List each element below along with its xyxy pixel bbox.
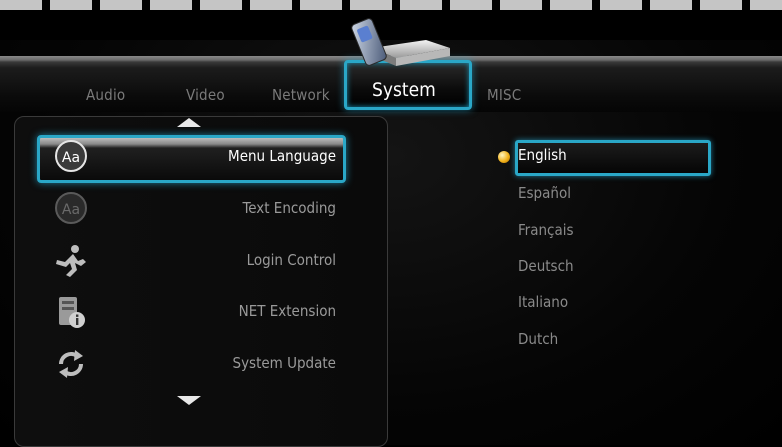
language-option-italiano[interactable]: Italiano: [518, 293, 568, 311]
language-option-dutch[interactable]: Dutch: [518, 330, 558, 348]
text-aa-icon: Aa: [55, 140, 87, 172]
menu-item-net-extension[interactable]: NET Extension: [239, 302, 336, 320]
refresh-arrows-icon: [59, 350, 83, 378]
menu-item-text-encoding[interactable]: Text Encoding: [243, 199, 337, 217]
tab-audio[interactable]: Audio: [86, 86, 125, 104]
language-option-deutsch[interactable]: Deutsch: [518, 257, 574, 275]
media-player-settings-screen: Audio Video Network System MISC Aa Aa Me…: [0, 0, 782, 447]
scroll-up-icon[interactable]: [177, 118, 201, 127]
svg-text:Aa: Aa: [62, 150, 80, 166]
tab-network[interactable]: Network: [272, 86, 330, 104]
selected-bullet-icon: [498, 151, 510, 163]
media-device-icon: [351, 18, 450, 66]
language-option-espanol[interactable]: Español: [518, 184, 571, 202]
tab-misc[interactable]: MISC: [487, 86, 521, 104]
top-decorative-stripe: [0, 0, 782, 10]
tab-video[interactable]: Video: [186, 86, 225, 104]
server-info-icon: [59, 297, 85, 328]
tab-system[interactable]: System: [372, 79, 436, 101]
scroll-down-icon[interactable]: [177, 396, 201, 405]
menu-item-login-control[interactable]: Login Control: [247, 251, 336, 269]
language-option-francais[interactable]: Français: [518, 221, 574, 239]
svg-text:Aa: Aa: [62, 202, 80, 218]
text-aa-dim-icon: Aa: [55, 192, 87, 224]
running-person-icon: [56, 245, 86, 277]
language-option-english[interactable]: English: [518, 146, 567, 164]
menu-item-menu-language[interactable]: Menu Language: [228, 147, 336, 165]
menu-item-system-update[interactable]: System Update: [233, 354, 337, 372]
